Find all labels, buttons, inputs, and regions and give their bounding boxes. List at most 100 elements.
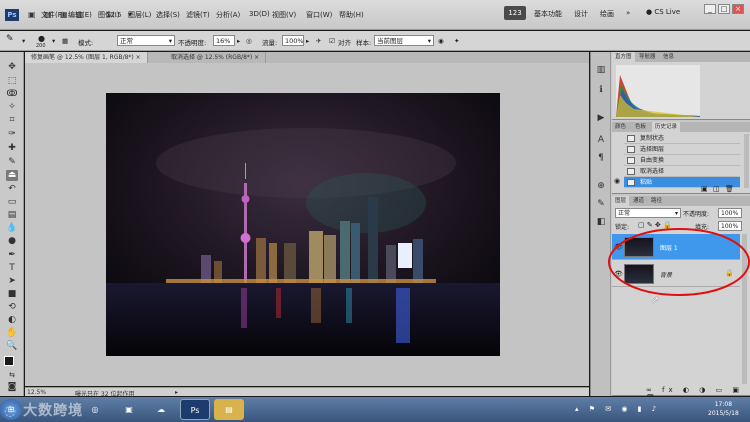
pen-icon[interactable]: ✒ [6,250,18,261]
brush-panel-icon[interactable]: ▦ [62,37,68,45]
taskbar-folder-icon[interactable]: ▤ [214,399,244,420]
hand-icon[interactable]: ✋ [6,328,18,339]
type-icon[interactable]: T [6,263,18,274]
system-tray-icons[interactable]: ▴ ⚑ ✉ ◉ ▮ ♪ [575,405,660,413]
paragraph-panel-icon[interactable]: ¶ [595,152,607,164]
blend-mode-select[interactable]: 正常 ▾ [615,208,681,218]
healing-tool-icon[interactable]: ✎ [6,34,14,44]
marquee-icon[interactable]: ⬚ [6,76,18,87]
menu-item-4[interactable]: 选择(S) [156,10,180,20]
tool-preset-arrow-icon[interactable]: ▾ [22,37,25,45]
clock[interactable]: 17:08 2015/5/18 [708,400,739,418]
character-panel-icon[interactable]: A [595,134,607,146]
actions-panel-icon[interactable]: ▶ [595,112,607,124]
3d-rotate-icon[interactable]: ⟲ [6,302,18,313]
tab-color[interactable]: 颜色 [612,122,629,132]
new-document-from-state-icon[interactable]: ▣ [701,185,708,193]
menu-item-2[interactable]: 图像(I) [98,10,120,20]
3d-orbit-icon[interactable]: ◐ [6,315,18,326]
pressure-size-icon[interactable]: ✦ [454,37,459,45]
histogram-panel-icon[interactable]: ▥ [595,64,607,76]
opacity-field[interactable]: 16% [213,35,235,46]
menu-item-9[interactable]: 窗口(W) [306,10,332,20]
bridge-icon[interactable]: ▣ [28,9,36,21]
pressure-opacity-icon[interactable]: ◎ [246,37,252,45]
tab-layers[interactable]: 图层 [612,196,630,206]
menu-item-7[interactable]: 3D(D) [249,10,270,18]
delete-state-icon[interactable]: 🗑 [725,185,734,193]
workspace-painting[interactable]: 绘画 [600,9,614,19]
new-snapshot-icon[interactable]: ◫ [713,185,720,193]
menu-item-3[interactable]: 图层(L) [128,10,151,20]
workspace-essentials[interactable]: 基本功能 [534,9,562,19]
gradient-icon[interactable]: ▤ [6,210,18,221]
night-skyline-photo[interactable] [106,93,500,356]
menu-item-5[interactable]: 滤镜(T) [186,10,210,20]
taskbar-app-icon[interactable]: ☁ [146,399,176,420]
dodge-icon[interactable]: ● [6,236,18,247]
workspace-badge[interactable]: 123 [504,6,526,20]
minimize-icon[interactable]: _ [704,4,716,14]
close-icon[interactable]: × [732,4,744,14]
history-item[interactable]: 选择图层 [624,144,740,155]
tab-info[interactable]: 信息 [660,52,677,62]
tab-navigator[interactable]: 导航器 [636,52,659,62]
menu-item-8[interactable]: 视图(V) [272,10,296,20]
cs-live-button[interactable]: ● CS Live [646,8,680,16]
menu-item-10[interactable]: 帮助(H) [339,10,364,20]
tab-history[interactable]: 历史记录 [652,122,681,132]
canvas-area[interactable] [25,63,589,386]
tab-deselect[interactable]: 取消选择 @ 12.5% (RGB/8*) × [165,52,267,63]
taskbar-app-icon[interactable]: ▣ [114,399,144,420]
brush-presets-icon[interactable]: ✎ [595,198,607,210]
ignore-adjustment-icon[interactable]: ◉ [438,37,444,45]
blur-icon[interactable]: 💧 [6,223,18,234]
info-panel-icon[interactable]: ℹ [595,84,607,96]
taskbar-app-icon[interactable]: ◎ [80,399,110,420]
mode-select[interactable]: 正常 ▾ [117,35,175,46]
workspace-design[interactable]: 设计 [574,9,588,19]
eyedropper-icon[interactable]: ✑ [6,129,18,140]
workspace-more-icon[interactable]: » [626,9,630,17]
status-zoom[interactable]: 12.5% [27,389,46,396]
shape-icon[interactable]: ■ [6,289,18,300]
status-arrow-icon[interactable]: ▸ [175,389,178,396]
align-checkbox[interactable]: ☑ [329,37,335,45]
layer-opacity-field[interactable]: 100% [718,208,742,218]
eraser-icon[interactable]: ▭ [6,197,18,208]
tab-histogram[interactable]: 直方图 [612,52,635,62]
crop-icon[interactable]: ⌗ [6,115,18,126]
quick-mask-icon[interactable]: ◙ [6,382,18,393]
clone-stamp-icon[interactable]: ⏏ [6,170,18,181]
switch-colors-icon[interactable]: ⇆ [6,370,18,381]
menu-item-6[interactable]: 分析(A) [216,10,240,20]
history-item-active[interactable]: 粘贴 [624,177,740,188]
lasso-icon[interactable]: ↂ [6,89,18,100]
history-scrollbar[interactable] [744,134,749,188]
history-item[interactable]: 复制状态 [624,133,740,144]
foreground-color-swatch[interactable] [4,356,14,366]
airbrush-icon[interactable]: ✈ [316,37,321,45]
history-brush-icon[interactable]: ↶ [6,184,18,195]
history-item[interactable]: 自由变换 [624,155,740,166]
tab-swatches[interactable]: 色板 [632,122,649,132]
brush-preview-icon[interactable]: ● [38,34,45,43]
tab-paths[interactable]: 路径 [648,196,665,206]
healing-brush-icon[interactable]: ✚ [6,143,18,154]
taskbar-photoshop-icon[interactable]: Ps [180,399,210,420]
brush-icon[interactable]: ✎ [6,157,18,168]
flow-arrow-icon[interactable]: ▸ [306,37,309,45]
history-state-marker-icon[interactable]: ◉ [614,177,620,185]
clone-source-icon[interactable]: ⊕ [595,180,607,192]
opacity-arrow-icon[interactable]: ▸ [237,37,240,45]
history-item[interactable]: 取消选择 [624,166,740,177]
path-select-icon[interactable]: ➤ [6,276,18,287]
move-icon[interactable]: ✥ [6,62,18,73]
sample-select[interactable]: 当前图层 ▾ [374,35,434,46]
quick-select-icon[interactable]: ✧ [6,102,18,113]
menu-item-1[interactable]: 编辑(E) [68,10,92,20]
tab-healing-brush[interactable]: 修复画笔 @ 12.5% (图层 1, RGB/8*) × [25,52,148,63]
maximize-icon[interactable]: □ [718,4,730,14]
zoom-icon[interactable]: 🔍 [6,341,18,352]
tab-channels[interactable]: 通道 [630,196,647,206]
